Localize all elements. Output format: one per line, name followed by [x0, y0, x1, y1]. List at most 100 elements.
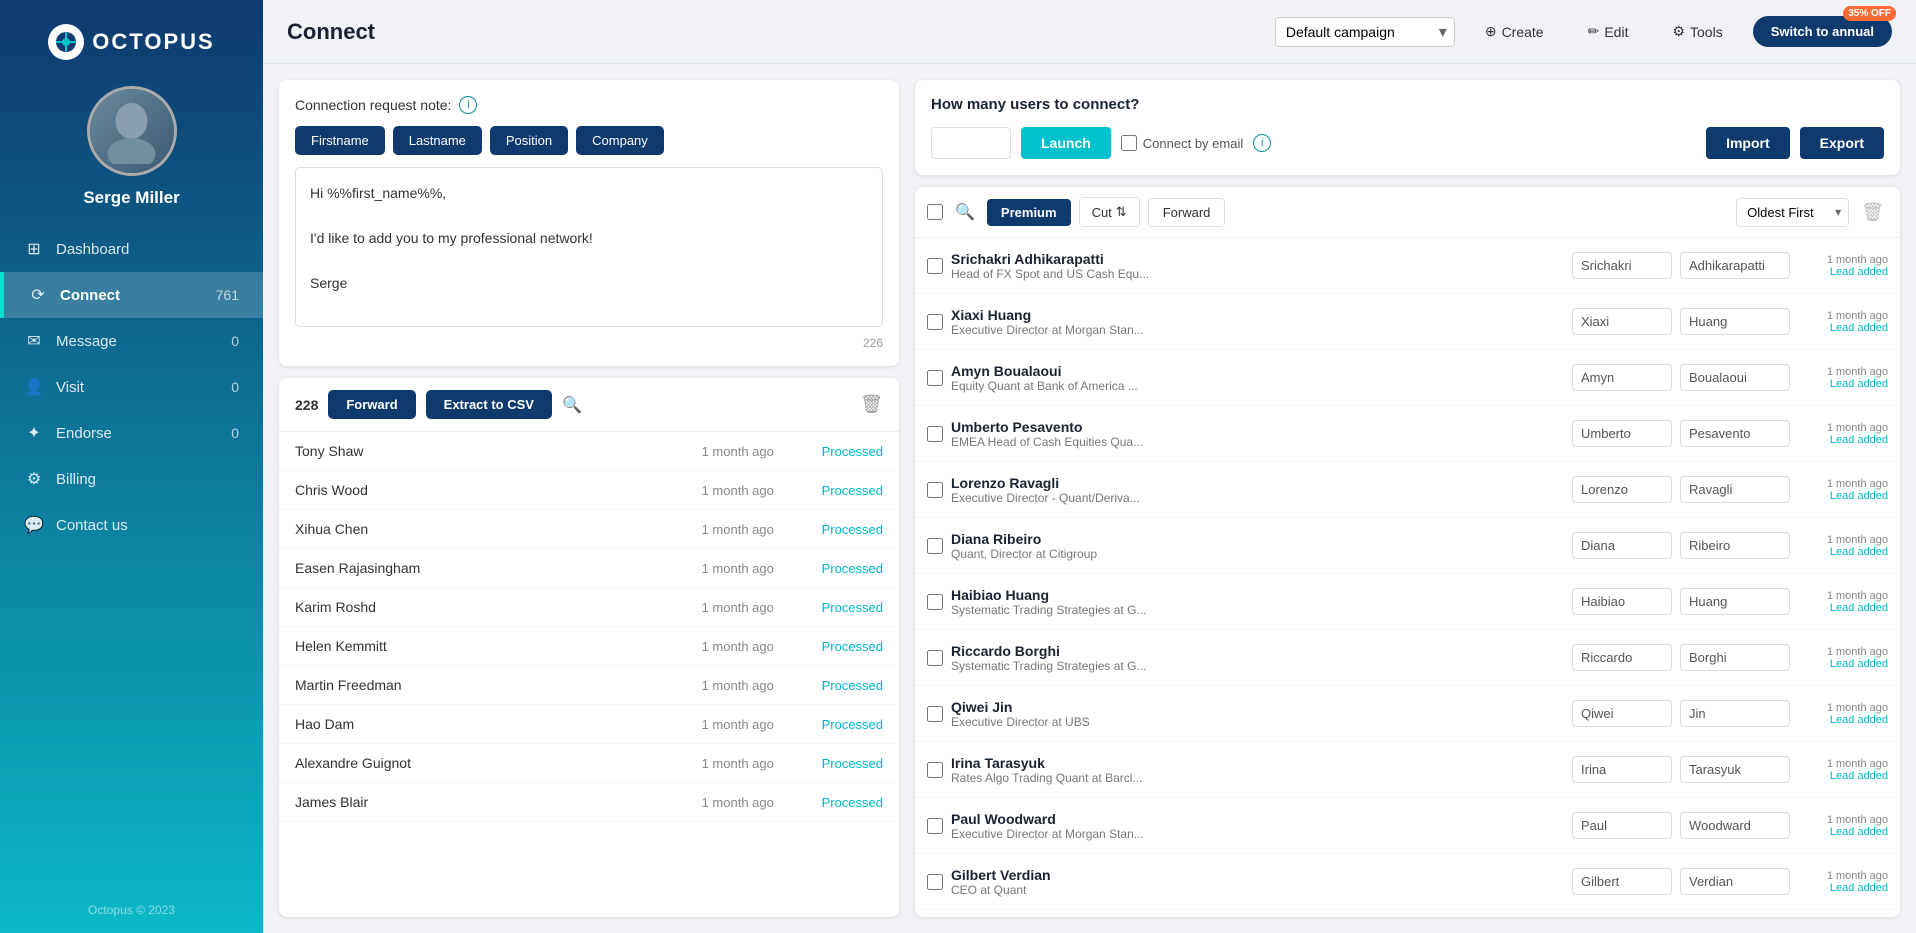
lead-first-input[interactable]	[1572, 252, 1672, 279]
lead-first-field[interactable]	[1572, 532, 1672, 559]
sidebar-item-contact[interactable]: 💬 Contact us	[0, 502, 263, 548]
lead-checkbox[interactable]	[927, 650, 943, 666]
lead-first-input[interactable]	[1572, 644, 1672, 671]
tag-position[interactable]: Position	[490, 126, 568, 155]
lead-first-field[interactable]	[1572, 644, 1672, 671]
lead-first-field[interactable]	[1572, 700, 1672, 727]
export-button[interactable]: Export	[1800, 127, 1884, 159]
sidebar-item-connect[interactable]: ⟳ Connect 761	[0, 272, 263, 318]
sidebar-item-endorse[interactable]: ✦ Endorse 0	[0, 410, 263, 456]
lead-first-field[interactable]	[1572, 756, 1672, 783]
lead-last-input[interactable]	[1680, 644, 1790, 671]
lead-last-input[interactable]	[1680, 700, 1790, 727]
lead-first-input[interactable]	[1572, 700, 1672, 727]
lead-checkbox[interactable]	[927, 874, 943, 890]
lead-last-input[interactable]	[1680, 420, 1790, 447]
lead-last-input[interactable]	[1680, 308, 1790, 335]
create-button[interactable]: ⊕ Create	[1471, 16, 1558, 47]
lead-last-field[interactable]	[1680, 756, 1790, 783]
queue-item-name: Martin Freedman	[295, 677, 702, 693]
lead-last-input[interactable]	[1680, 364, 1790, 391]
queue-delete-icon[interactable]: 🗑	[860, 394, 883, 415]
lead-last-input[interactable]	[1680, 476, 1790, 503]
lead-last-input[interactable]	[1680, 868, 1790, 895]
sidebar-item-billing[interactable]: ⚙ Billing	[0, 456, 263, 502]
lead-checkbox[interactable]	[927, 706, 943, 722]
lead-row: Diana Ribeiro Quant, Director at Citigro…	[915, 518, 1900, 574]
lead-checkbox[interactable]	[927, 370, 943, 386]
edit-button[interactable]: ✏ Edit	[1574, 16, 1643, 47]
sidebar-item-visit[interactable]: 👤 Visit 0	[0, 364, 263, 410]
lead-first-input[interactable]	[1572, 420, 1672, 447]
campaign-select[interactable]: Default campaign Campaign 2 Campaign 3	[1275, 17, 1455, 47]
sidebar-item-message[interactable]: ✉ Message 0	[0, 318, 263, 364]
lead-last-field[interactable]	[1680, 364, 1790, 391]
lead-last-field[interactable]	[1680, 420, 1790, 447]
lead-last-field[interactable]	[1680, 868, 1790, 895]
info-icon[interactable]: i	[459, 96, 477, 114]
select-all-checkbox[interactable]	[927, 204, 943, 220]
lead-last-field[interactable]	[1680, 700, 1790, 727]
switch-annual-button[interactable]: 35% OFF Switch to annual	[1753, 16, 1892, 47]
lead-last-field[interactable]	[1680, 252, 1790, 279]
tools-icon: ⚙	[1672, 23, 1685, 40]
premium-filter-button[interactable]: Premium	[987, 199, 1071, 226]
lead-last-input[interactable]	[1680, 252, 1790, 279]
queue-csv-button[interactable]: Extract to CSV	[426, 390, 552, 419]
lead-first-input[interactable]	[1572, 868, 1672, 895]
import-button[interactable]: Import	[1706, 127, 1790, 159]
lead-last-input[interactable]	[1680, 588, 1790, 615]
sidebar-item-dashboard[interactable]: ⊞ Dashboard	[0, 226, 263, 272]
tools-button[interactable]: ⚙ Tools	[1658, 16, 1736, 47]
lead-checkbox[interactable]	[927, 426, 943, 442]
lead-checkbox[interactable]	[927, 258, 943, 274]
lead-last-input[interactable]	[1680, 756, 1790, 783]
lead-first-input[interactable]	[1572, 532, 1672, 559]
leads-forward-button[interactable]: Forward	[1148, 198, 1226, 227]
campaign-select-wrap[interactable]: Default campaign Campaign 2 Campaign 3	[1275, 17, 1455, 47]
lead-last-field[interactable]	[1680, 812, 1790, 839]
email-checkbox[interactable]	[1121, 135, 1137, 151]
leads-search-button[interactable]: 🔍	[951, 198, 979, 226]
sort-select[interactable]: Oldest First Newest First A-Z Z-A	[1736, 198, 1849, 227]
lead-first-input[interactable]	[1572, 588, 1672, 615]
lead-first-field[interactable]	[1572, 308, 1672, 335]
leads-delete-button[interactable]: 🗑	[1857, 198, 1888, 227]
tag-company[interactable]: Company	[576, 126, 664, 155]
lead-first-field[interactable]	[1572, 364, 1672, 391]
lead-checkbox[interactable]	[927, 314, 943, 330]
tag-firstname[interactable]: Firstname	[295, 126, 385, 155]
launch-button[interactable]: Launch	[1021, 127, 1111, 159]
queue-search-icon[interactable]: 🔍	[562, 395, 582, 415]
lead-last-field[interactable]	[1680, 308, 1790, 335]
lead-checkbox[interactable]	[927, 818, 943, 834]
lead-first-input[interactable]	[1572, 364, 1672, 391]
lead-first-field[interactable]	[1572, 252, 1672, 279]
lead-last-input[interactable]	[1680, 532, 1790, 559]
cut-button[interactable]: Cut ⇅	[1079, 197, 1140, 227]
lead-last-input[interactable]	[1680, 812, 1790, 839]
lead-first-input[interactable]	[1572, 812, 1672, 839]
lead-first-field[interactable]	[1572, 812, 1672, 839]
lead-first-field[interactable]	[1572, 588, 1672, 615]
lead-first-field[interactable]	[1572, 868, 1672, 895]
sort-select-wrap[interactable]: Oldest First Newest First A-Z Z-A	[1736, 198, 1849, 227]
queue-forward-button[interactable]: Forward	[328, 390, 415, 419]
lead-first-input[interactable]	[1572, 756, 1672, 783]
note-textarea[interactable]: Hi %%first_name%%, I'd like to add you t…	[295, 167, 883, 327]
lead-last-field[interactable]	[1680, 532, 1790, 559]
lead-first-field[interactable]	[1572, 420, 1672, 447]
connect-count-input[interactable]	[931, 127, 1011, 159]
lead-last-field[interactable]	[1680, 588, 1790, 615]
lead-checkbox[interactable]	[927, 762, 943, 778]
email-info-icon[interactable]: i	[1253, 134, 1271, 152]
lead-first-input[interactable]	[1572, 308, 1672, 335]
lead-checkbox[interactable]	[927, 482, 943, 498]
lead-first-field[interactable]	[1572, 476, 1672, 503]
lead-checkbox[interactable]	[927, 538, 943, 554]
lead-last-field[interactable]	[1680, 476, 1790, 503]
tag-lastname[interactable]: Lastname	[393, 126, 482, 155]
lead-first-input[interactable]	[1572, 476, 1672, 503]
lead-last-field[interactable]	[1680, 644, 1790, 671]
lead-checkbox[interactable]	[927, 594, 943, 610]
